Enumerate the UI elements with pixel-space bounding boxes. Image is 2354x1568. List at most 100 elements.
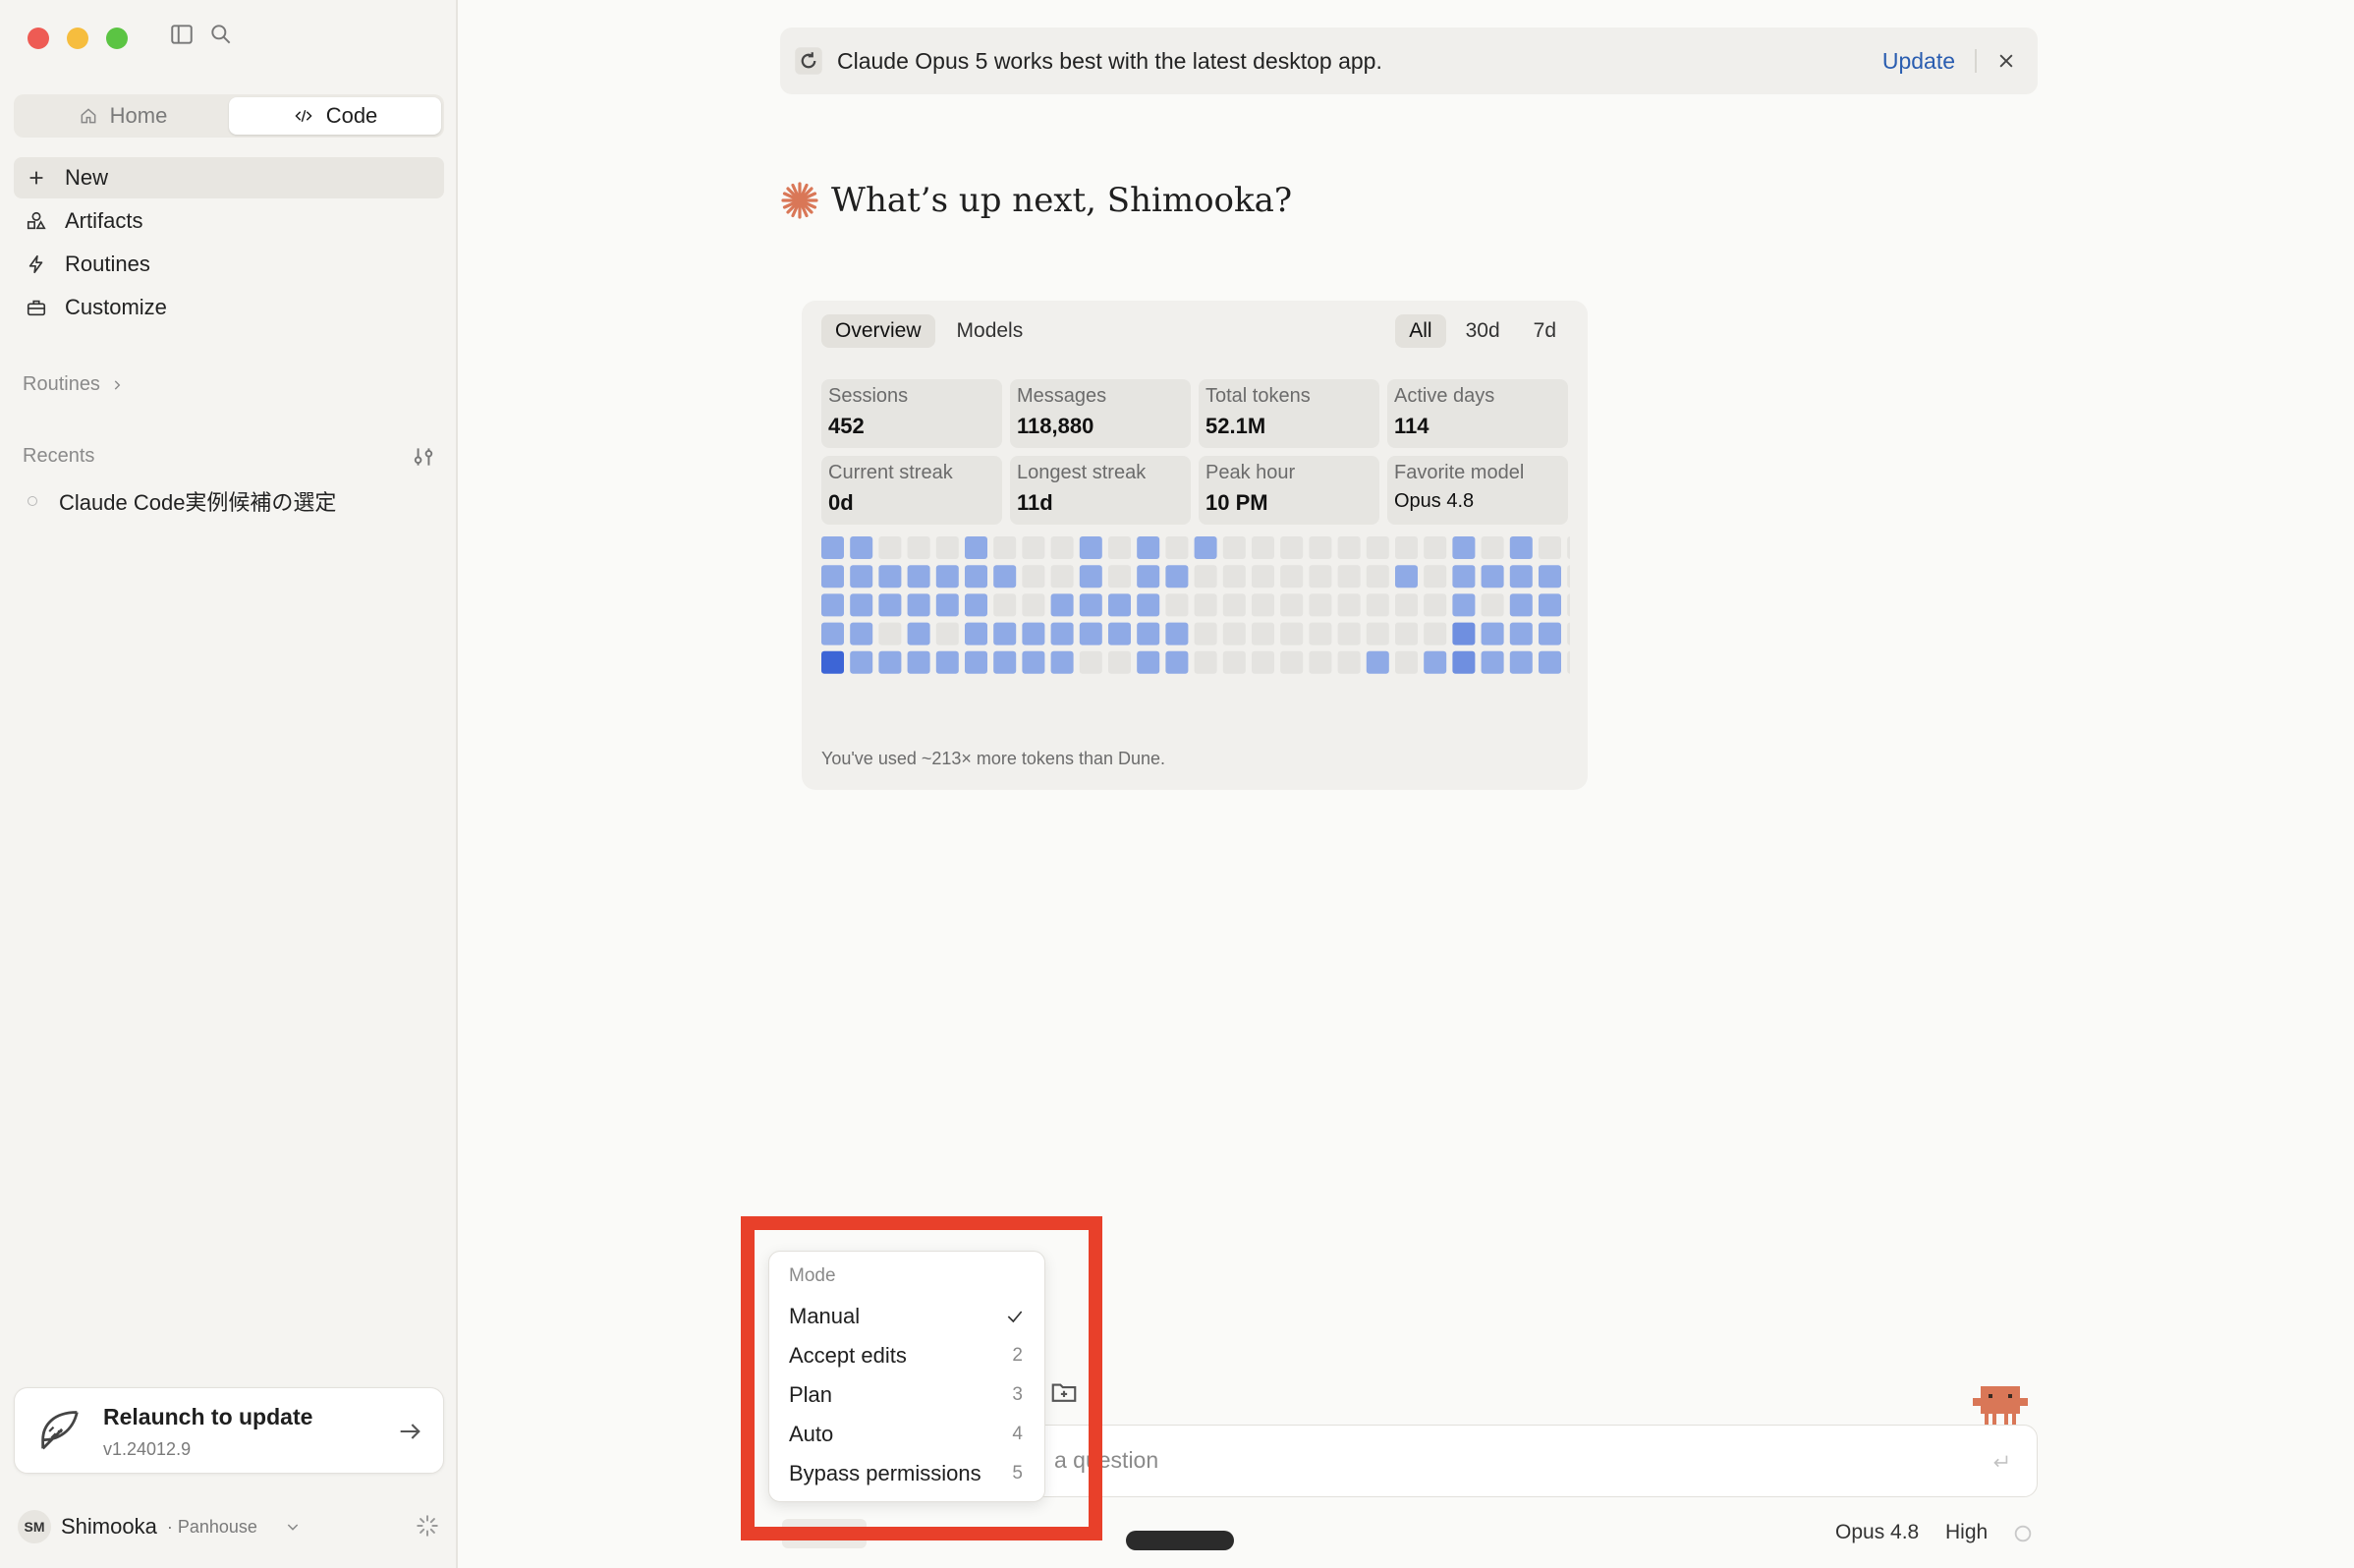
search-icon[interactable] [208, 22, 234, 47]
stat-label: Sessions [828, 385, 909, 407]
sidebar-item-artifacts[interactable]: Artifacts [14, 200, 444, 242]
account-menu[interactable]: SM Shimooka · Panhouse [18, 1509, 440, 1544]
heatmap-cell [1424, 536, 1447, 559]
shortcut-key: 2 [1012, 1345, 1023, 1366]
heatmap-cell [1309, 593, 1332, 617]
recent-item[interactable]: Claude Code実例候補の選定 [28, 485, 336, 517]
range-all[interactable]: All [1395, 314, 1446, 348]
sidebar-item-customize[interactable]: Customize [14, 287, 444, 328]
effort-selector[interactable]: High [1945, 1521, 1988, 1544]
greeting: What’s up next, Shimooka? [780, 181, 1292, 220]
stat-grid: Sessions 452 Messages 118,880 Total toke… [821, 379, 1568, 525]
heatmap-cell [1280, 593, 1304, 617]
heatmap-cell [1452, 565, 1476, 588]
relaunch-update-card[interactable]: Relaunch to update v1.24012.9 [14, 1387, 444, 1474]
heatmap-cell [1194, 536, 1217, 559]
heatmap-cell [1252, 650, 1274, 674]
heatmap-cell [907, 565, 930, 588]
activity-heatmap [821, 536, 1570, 674]
sidebar-item-new[interactable]: New [14, 157, 444, 198]
tab-models[interactable]: Models [943, 314, 1037, 348]
heatmap-cell [1108, 650, 1131, 674]
heatmap-cell [878, 622, 902, 645]
heatmap-cell [1337, 536, 1361, 559]
heatmap-cell [1194, 565, 1217, 588]
heatmap-cell [1567, 565, 1570, 588]
minimize-window-button[interactable] [67, 28, 88, 49]
filter-icon[interactable] [411, 444, 436, 470]
status-dot-icon [28, 496, 37, 506]
heatmap-cell [1108, 593, 1131, 617]
mode-option-bypass-permissions[interactable]: Bypass permissions 5 [789, 1456, 1029, 1491]
update-banner: Claude Opus 5 works best with the latest… [780, 28, 2038, 94]
banner-text: Claude Opus 5 works best with the latest… [837, 47, 1382, 74]
heatmap-cell [935, 565, 959, 588]
heatmap-cell [1108, 565, 1131, 588]
scroll-handle[interactable] [1126, 1531, 1234, 1550]
stat-label: Peak hour [1205, 462, 1296, 483]
heatmap-cell [907, 536, 930, 559]
heatmap-cell [1079, 536, 1102, 559]
heatmap-cell [935, 622, 959, 645]
range-7d[interactable]: 7d [1520, 314, 1570, 348]
prompt-input[interactable]: a question [1032, 1425, 2038, 1497]
heatmap-cell [1194, 622, 1217, 645]
heatmap-cell [1337, 622, 1361, 645]
recent-item-title: Claude Code実例候補の選定 [59, 490, 337, 515]
mode-option-plan[interactable]: Plan 3 [789, 1377, 1029, 1413]
heatmap-cell [1452, 593, 1476, 617]
maximize-window-button[interactable] [106, 28, 128, 49]
routines-section-link[interactable]: Routines [23, 373, 124, 396]
mode-option-auto[interactable]: Auto 4 [789, 1417, 1029, 1452]
close-window-button[interactable] [28, 28, 49, 49]
mode-option-accept-edits[interactable]: Accept edits 2 [789, 1338, 1029, 1373]
heatmap-cell [993, 565, 1017, 588]
heatmap-cell [1366, 565, 1389, 588]
heatmap-cell [821, 565, 844, 588]
heatmap-cell [1366, 622, 1389, 645]
heatmap-cell [1309, 565, 1332, 588]
model-selector[interactable]: Opus 4.8 [1835, 1521, 1919, 1544]
tab-overview[interactable]: Overview [821, 314, 935, 348]
loading-spinner-icon [417, 1515, 438, 1537]
heatmap-cell [1194, 650, 1217, 674]
user-name: Shimooka [61, 1514, 157, 1539]
stat-longest-streak: Longest streak 11d [1010, 456, 1191, 525]
mode-menu: Mode Manual Accept edits 2 Plan 3 Auto 4… [768, 1251, 1045, 1502]
enter-icon[interactable] [1990, 1451, 2011, 1473]
sidebar-item-routines[interactable]: Routines [14, 244, 444, 285]
range-30d[interactable]: 30d [1452, 314, 1514, 348]
usage-note: You've used ~213× more tokens than Dune. [821, 749, 1166, 768]
heatmap-cell [965, 593, 987, 617]
heatmap-cell [821, 622, 844, 645]
heatmap-cell [1539, 650, 1561, 674]
recents-header: Recents [23, 445, 94, 468]
tab-home[interactable]: Home [17, 97, 229, 135]
heatmap-cell [1222, 593, 1246, 617]
update-link[interactable]: Update [1882, 48, 1955, 75]
heatmap-cell [907, 622, 930, 645]
home-code-switch: Home Code [14, 94, 444, 138]
sidebar: Home Code New Artifacts Routines Customi… [0, 0, 458, 1568]
checkmark-icon [1007, 1311, 1023, 1323]
heatmap-cell [1539, 536, 1561, 559]
heatmap-cell [1280, 565, 1304, 588]
heatmap-cell [1165, 565, 1189, 588]
stat-label: Total tokens [1205, 385, 1311, 407]
sidebar-toggle-icon[interactable] [169, 22, 195, 47]
mode-option-manual[interactable]: Manual [789, 1299, 1029, 1334]
leaf-icon [41, 1411, 79, 1450]
heatmap-cell [1137, 622, 1160, 645]
shortcut-key: 4 [1012, 1424, 1023, 1444]
heatmap-cell [1481, 593, 1504, 617]
heatmap-cell [850, 565, 873, 588]
briefcase-icon [27, 300, 46, 316]
heatmap-cell [1481, 622, 1504, 645]
close-icon[interactable] [1996, 51, 2016, 71]
shapes-icon [27, 211, 46, 230]
context-ring-icon [2014, 1525, 2032, 1542]
heatmap-cell [1309, 536, 1332, 559]
tab-code[interactable]: Code [229, 97, 441, 135]
heatmap-cell [1079, 622, 1102, 645]
stat-label: Longest streak [1017, 462, 1147, 483]
